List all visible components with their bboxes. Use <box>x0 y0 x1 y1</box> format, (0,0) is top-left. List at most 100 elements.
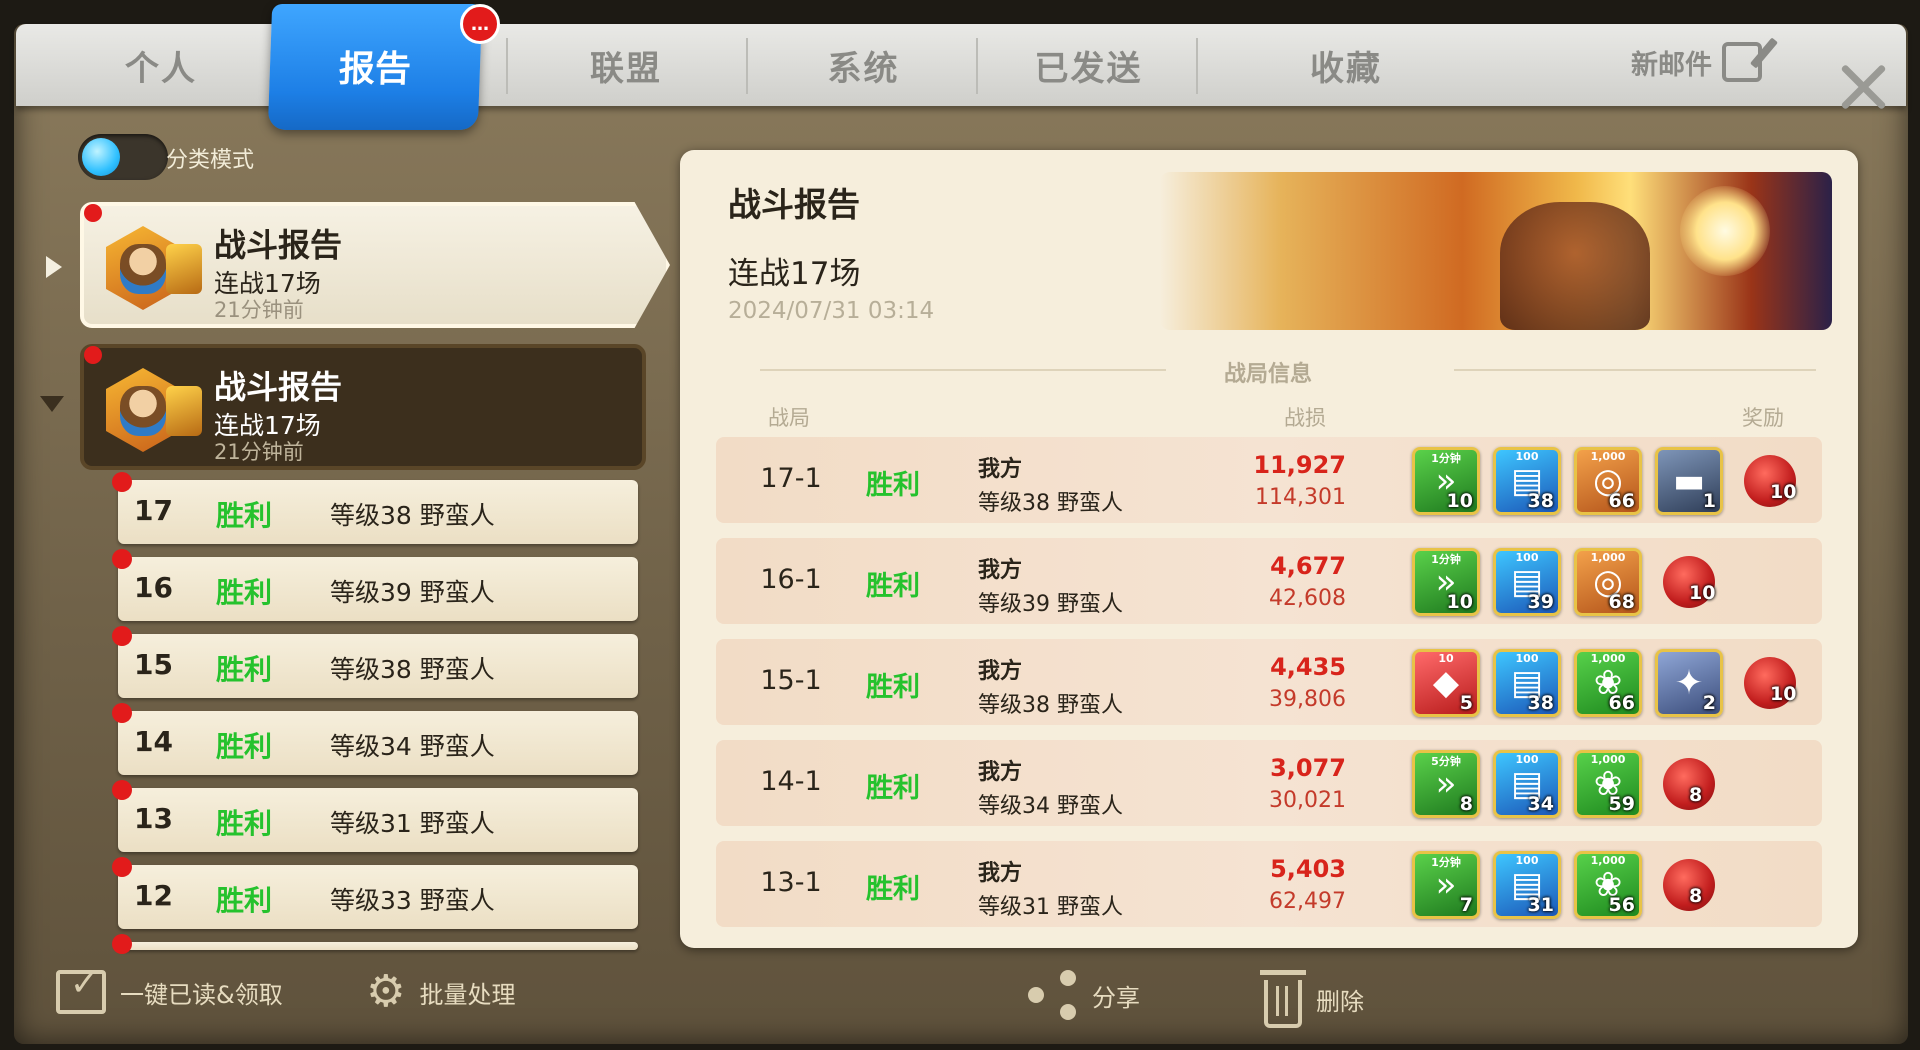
category-mode-toggle[interactable] <box>78 134 168 180</box>
tab-sent[interactable]: 已发送 <box>981 24 1196 106</box>
loss-secondary: 39,806 <box>1269 687 1346 712</box>
share-button[interactable]: 分享 <box>1028 970 1140 1020</box>
battle-id: 15-1 <box>760 665 822 696</box>
book-reward-icon[interactable]: 100 ▤ 34 <box>1493 750 1561 818</box>
self-side-label: 我方 <box>978 861 1023 886</box>
seal-count: 10 <box>1770 683 1797 705</box>
battle-number: 17 <box>134 494 173 527</box>
sun-glow <box>1680 186 1770 276</box>
stone-reward-icon[interactable]: ✦ 2 <box>1655 649 1723 717</box>
book-reward-icon[interactable]: 100 ▤ 31 <box>1493 851 1561 919</box>
opponent-label: 等级38 野蛮人 <box>978 693 1123 718</box>
battle-list-item[interactable]: 13 胜利 等级31 野蛮人 <box>112 780 638 852</box>
reward-count: 34 <box>1527 793 1554 815</box>
battle-opponent: 等级34 野蛮人 <box>330 732 495 761</box>
reward-count: 5 <box>1459 692 1473 714</box>
reward-count: 56 <box>1608 894 1635 916</box>
unread-dot <box>112 472 132 492</box>
share-icon <box>1028 970 1078 1020</box>
new-mail-button[interactable]: 新邮件 <box>1631 42 1762 82</box>
battle-result: 胜利 <box>866 470 920 501</box>
expand-arrow-icon[interactable] <box>46 256 62 278</box>
read-all-claim-button[interactable]: 一键已读&领取 <box>56 964 283 1014</box>
battle-list-item[interactable]: 14 胜利 等级34 野蛮人 <box>112 703 638 775</box>
notification-badge: … <box>460 4 500 44</box>
tab-favorites[interactable]: 收藏 <box>1201 24 1491 106</box>
detail-date: 2024/07/31 03:14 <box>728 298 935 324</box>
loss-primary: 4,677 <box>1270 552 1346 580</box>
tab-divider <box>1196 38 1198 94</box>
speed-reward-icon[interactable]: 1分钟» 7 <box>1412 851 1480 919</box>
battle-list-item[interactable]: 12 胜利 等级33 野蛮人 <box>112 857 638 929</box>
battle-opponent: 等级38 野蛮人 <box>330 655 495 684</box>
category-mode-label: 分类模式 <box>166 148 255 173</box>
battle-result: 胜利 <box>866 571 920 602</box>
battle-row[interactable]: 15-1 胜利 我方 等级38 野蛮人 4,435 39,806 10 ◆ 5 100 ▤ 38 1,0… <box>716 639 1822 725</box>
battle-row[interactable]: 16-1 胜利 我方 等级39 野蛮人 4,677 42,608 1分钟» 10 100 ▤ 39 1… <box>716 538 1822 624</box>
unread-dot <box>112 780 132 800</box>
battle-row[interactable]: 14-1 胜利 我方 等级34 野蛮人 3,077 30,021 5分钟» 8 100 ▤ 34 1,… <box>716 740 1822 826</box>
seal-count: 10 <box>1770 481 1797 503</box>
battle-row[interactable]: 17-1 胜利 我方 等级38 野蛮人 11,927 114,301 1分钟» 10 100 ▤ 3… <box>716 437 1822 523</box>
book-reward-icon[interactable]: 100 ▤ 39 <box>1493 548 1561 616</box>
book-reward-icon[interactable]: 100 ▤ 38 <box>1493 649 1561 717</box>
loss-primary: 3,077 <box>1270 754 1346 782</box>
tab-alliance[interactable]: 联盟 <box>511 24 741 106</box>
wood-reward-icon[interactable]: 1,000 ◎ 68 <box>1574 548 1642 616</box>
report-card[interactable]: 战斗报告 连战17场 21分钟前 <box>80 202 670 328</box>
tab-system[interactable]: 系统 <box>751 24 976 106</box>
food-reward-icon[interactable]: 1,000 ❀ 59 <box>1574 750 1642 818</box>
reward-count: 1 <box>1702 490 1716 512</box>
tab-divider <box>506 38 508 94</box>
reward-count: 66 <box>1608 692 1635 714</box>
battle-list-item[interactable]: 17 胜利 等级38 野蛮人 <box>112 472 638 544</box>
iron-reward-icon[interactable]: ▬ 1 <box>1655 447 1723 515</box>
detail-title: 战斗报告 <box>728 185 860 224</box>
report-card-selected[interactable]: 战斗报告 连战17场 21分钟前 <box>80 344 646 470</box>
unread-dot <box>112 626 132 646</box>
seal-count: 10 <box>1689 582 1716 604</box>
collapse-arrow-icon[interactable] <box>40 396 64 412</box>
gem-reward-icon[interactable]: 10 ◆ 5 <box>1412 649 1480 717</box>
report-detail-panel: 战斗报告 连战17场 2024/07/31 03:14 战局信息 战局 战损 奖… <box>680 150 1858 948</box>
batch-process-button[interactable]: ⚙ 批量处理 <box>366 970 515 1014</box>
speed-reward-icon[interactable]: 5分钟» 8 <box>1412 750 1480 818</box>
reward-count: 10 <box>1446 591 1473 613</box>
unread-dot <box>112 703 132 723</box>
close-button[interactable] <box>1838 62 1888 112</box>
book-reward-icon[interactable]: 100 ▤ 38 <box>1493 447 1561 515</box>
read-all-label: 一键已读&领取 <box>120 980 283 1009</box>
battle-list-item[interactable]: 15 胜利 等级38 野蛮人 <box>112 626 638 698</box>
reward-count: 2 <box>1702 692 1716 714</box>
report-title: 战斗报告 <box>214 368 343 406</box>
battle-id: 16-1 <box>760 564 822 595</box>
battle-result: 胜利 <box>216 653 273 686</box>
reward-count: 39 <box>1527 591 1554 613</box>
battle-opponent: 等级33 野蛮人 <box>330 886 495 915</box>
opponent-label: 等级34 野蛮人 <box>978 794 1123 819</box>
battle-list-item[interactable]: 16 胜利 等级39 野蛮人 <box>112 549 638 621</box>
speed-reward-icon[interactable]: 1分钟» 10 <box>1412 548 1480 616</box>
column-header-loss: 战损 <box>1284 406 1326 430</box>
food-reward-icon[interactable]: 1,000 ❀ 66 <box>1574 649 1642 717</box>
delete-button[interactable]: 删除 <box>1260 970 1364 1028</box>
toggle-knob <box>82 138 120 176</box>
battle-row[interactable]: 13-1 胜利 我方 等级31 野蛮人 5,403 62,497 1分钟» 7 100 ▤ 31 1,… <box>716 841 1822 927</box>
reward-count: 38 <box>1527 490 1554 512</box>
seal-count: 8 <box>1689 784 1703 806</box>
tab-report[interactable]: 报告 <box>267 4 483 130</box>
speed-reward-icon[interactable]: 1分钟» 10 <box>1412 447 1480 515</box>
wood-reward-icon[interactable]: 1,000 ◎ 66 <box>1574 447 1642 515</box>
battle-result: 胜利 <box>216 499 273 532</box>
mail-check-icon <box>56 964 106 1014</box>
loss-secondary: 62,497 <box>1269 889 1346 914</box>
battle-list-item-partial[interactable] <box>112 934 638 954</box>
tab-divider <box>976 38 978 94</box>
gear-icon: ⚙ <box>366 966 406 1017</box>
battle-opponent: 等级38 野蛮人 <box>330 501 495 530</box>
opponent-label: 等级31 野蛮人 <box>978 895 1123 920</box>
new-mail-label: 新邮件 <box>1631 49 1712 81</box>
food-reward-icon[interactable]: 1,000 ❀ 56 <box>1574 851 1642 919</box>
battle-result: 胜利 <box>216 884 273 917</box>
tab-personal[interactable]: 个人 <box>56 24 266 106</box>
